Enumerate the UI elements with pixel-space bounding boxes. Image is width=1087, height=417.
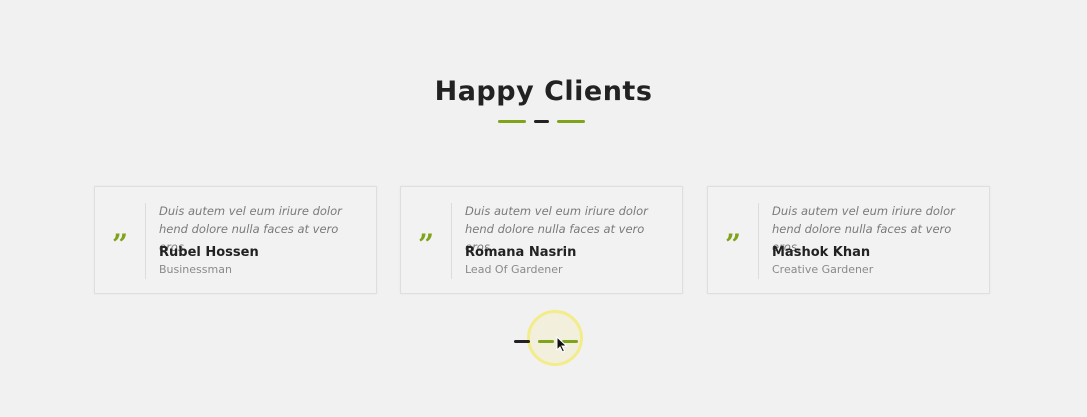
client-role: Lead Of Gardener (465, 263, 563, 276)
carousel-pagination (514, 340, 578, 343)
testimonial-card: ” Duis autem vel eum iriure dolor hend d… (400, 186, 683, 294)
testimonial-card: ” Duis autem vel eum iriure dolor hend d… (707, 186, 990, 294)
page-title: Happy Clients (434, 76, 653, 107)
client-name: Mashok Khan (772, 245, 871, 260)
mouse-cursor-icon (556, 336, 568, 353)
testimonial-card: ” Duis autem vel eum iriure dolor hend d… (94, 186, 377, 294)
divider-dark-center (534, 120, 549, 123)
click-highlight (527, 310, 583, 366)
quote-icon: ” (725, 228, 742, 261)
carousel-dot-2[interactable] (538, 340, 554, 343)
quote-icon: ” (112, 228, 129, 261)
divider-accent-left (498, 120, 526, 123)
divider-accent-right (557, 120, 585, 123)
card-divider (758, 203, 759, 279)
title-divider (498, 120, 585, 123)
client-role: Businessman (159, 263, 232, 276)
card-divider (145, 203, 146, 279)
client-name: Romana Nasrin (465, 245, 577, 260)
carousel-dot-1[interactable] (514, 340, 530, 343)
client-name: Rubel Hossen (159, 245, 259, 260)
quote-icon: ” (418, 228, 435, 261)
client-role: Creative Gardener (772, 263, 874, 276)
card-divider (451, 203, 452, 279)
